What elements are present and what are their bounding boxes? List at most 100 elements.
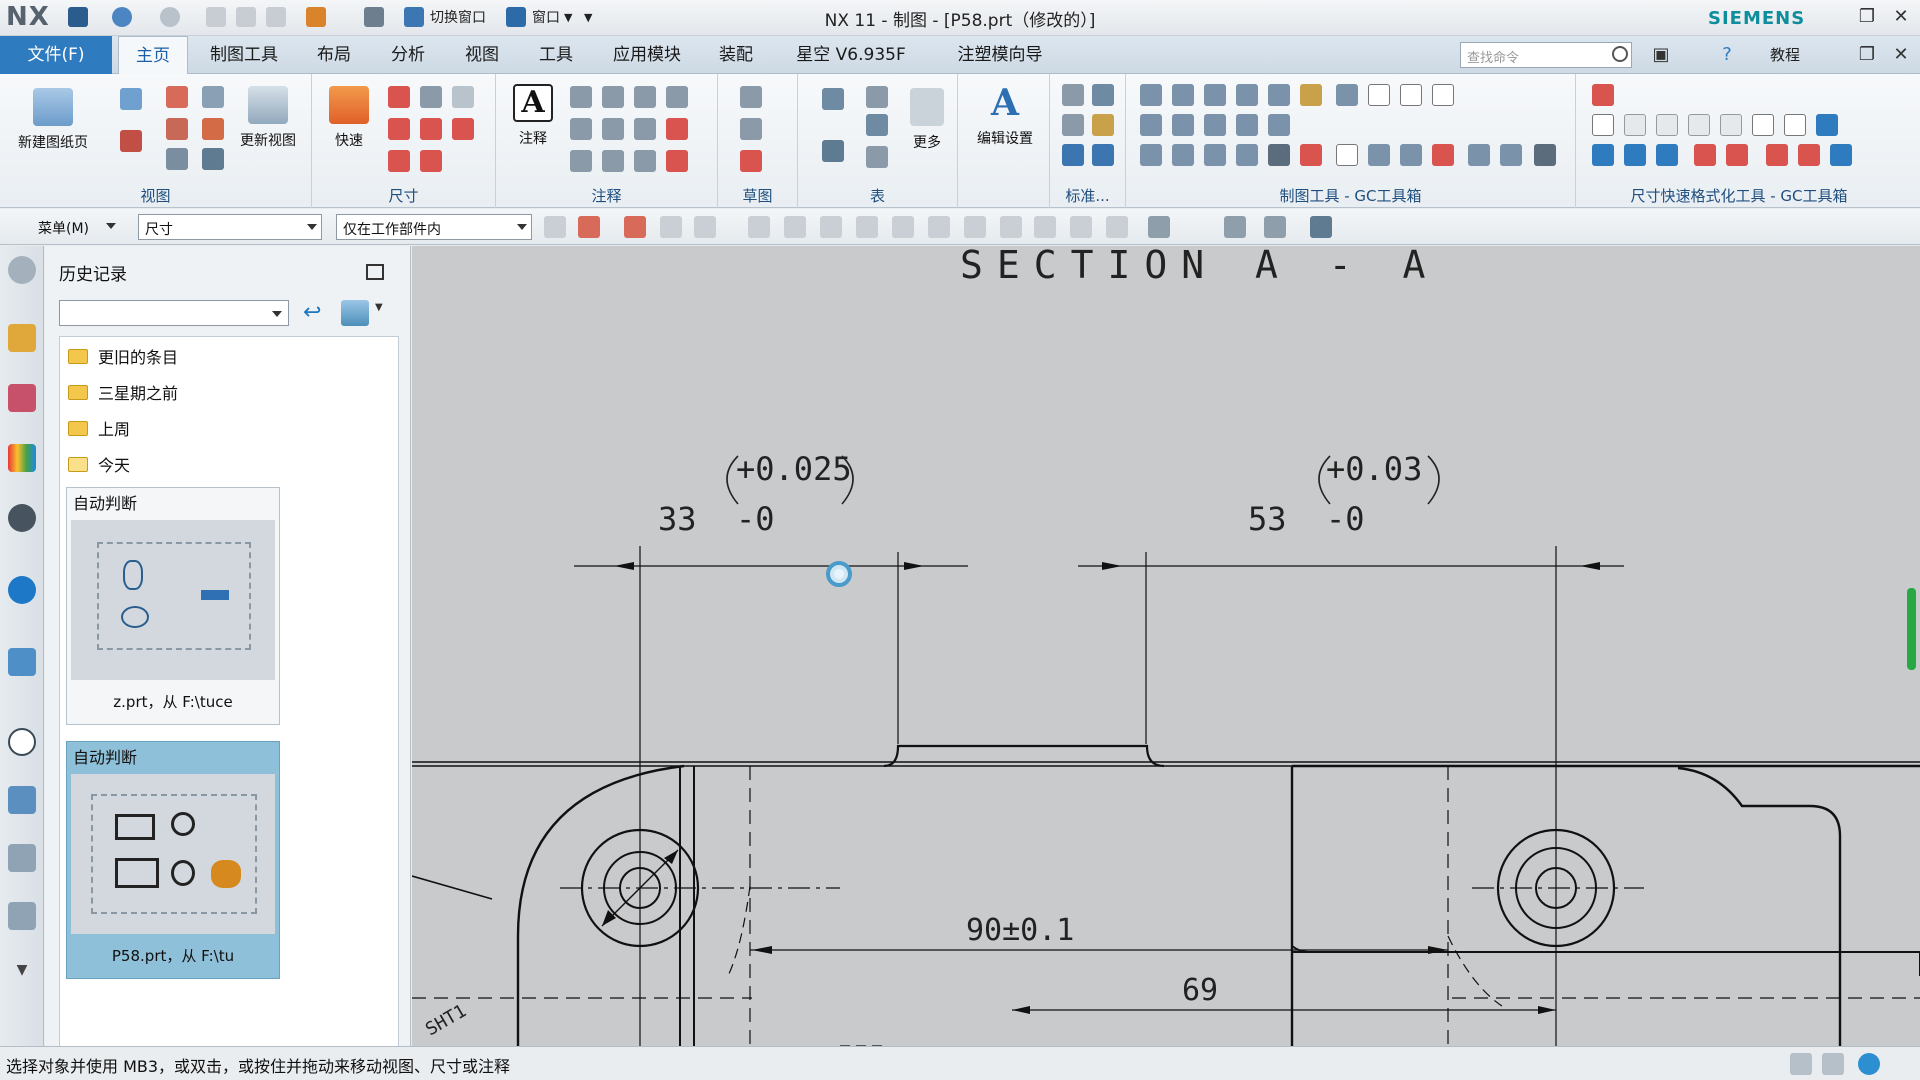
history-filter-select[interactable] [59,300,289,326]
dim-format-15-icon[interactable] [1766,144,1788,166]
snap-tool-1-icon[interactable] [544,216,566,238]
gc-tool-26-icon[interactable] [1368,84,1390,106]
gc-tool-6-icon[interactable] [1300,84,1322,106]
history-clock-icon[interactable] [8,728,36,756]
update-view-button[interactable]: 更新视图 [228,86,308,150]
dim-format-9-icon[interactable] [1816,114,1838,136]
gear-icon[interactable] [8,256,36,284]
dim-format-12-icon[interactable] [1656,144,1678,166]
ribbon-display-icon[interactable]: ▣ [1650,44,1672,66]
edit-settings-button[interactable]: A 编辑设置 [966,84,1044,148]
base-view-icon[interactable] [120,88,142,110]
tab-tools[interactable]: 工具 [526,36,586,74]
file-menu-button[interactable]: 文件(F) [0,36,112,74]
close-icon[interactable]: ✕ [1890,6,1912,28]
gc-tool-2-icon[interactable] [1172,84,1194,106]
view-tool-3-icon[interactable] [1264,216,1286,238]
doc-close-icon[interactable]: ✕ [1890,44,1912,66]
dim-format-11-icon[interactable] [1624,144,1646,166]
web-browser-icon[interactable] [8,648,36,676]
gc-tool-3-icon[interactable] [1204,84,1226,106]
search-icon[interactable] [1612,46,1628,62]
snap-bounded-grid-icon[interactable] [1034,216,1056,238]
sketch-line-icon[interactable] [740,150,762,172]
snap-quadrant-icon[interactable] [928,216,950,238]
drawing-canvas[interactable]: SECTION A - A 33 +0.025 -0 53 +0.03 -0 9… [412,246,1920,1046]
assembly-navigator-icon[interactable] [8,324,36,352]
globe-icon[interactable] [1858,1053,1880,1075]
centerline-icon[interactable] [666,86,688,108]
feature-control-frame-icon[interactable] [570,86,592,108]
note-button[interactable]: A 注释 [506,84,560,148]
intersection-symbol-icon[interactable] [666,150,688,172]
view-alignment-icon[interactable] [202,148,224,170]
parts-list-icon[interactable] [822,88,844,110]
type-filter-select[interactable]: 尺寸 [138,214,322,240]
dim-format-10-icon[interactable] [1592,144,1614,166]
image-icon[interactable] [602,150,624,172]
snap-tool-3-icon[interactable] [624,216,646,238]
dim-format-8-icon[interactable] [1784,114,1806,136]
help-icon[interactable]: ? [1716,44,1738,66]
auto-balloon-icon[interactable] [866,86,888,108]
tab-layout[interactable]: 布局 [304,36,364,74]
surface-finish-icon[interactable] [602,118,624,140]
gc-tool-4-icon[interactable] [1236,84,1258,106]
hole-table-icon[interactable] [866,114,888,136]
info-icon[interactable] [8,576,36,604]
gc-tool-23-icon[interactable] [1468,144,1490,166]
standard-tool-3-icon[interactable] [1062,114,1084,136]
view-tool-1-icon[interactable] [1148,216,1170,238]
tab-view[interactable]: 视图 [452,36,512,74]
gc-tool-7-icon[interactable] [1336,84,1358,106]
dim-format-4-icon[interactable] [1656,114,1678,136]
tab-application[interactable]: 应用模块 [602,36,692,74]
arc-length-dimension-icon[interactable] [452,118,474,140]
status-tool-2-icon[interactable] [1822,1053,1844,1075]
maximize-icon[interactable] [366,264,384,280]
standard-tool-6-icon[interactable] [1092,144,1114,166]
dim-format-5-icon[interactable] [1688,114,1710,136]
reuse-library-icon[interactable] [8,444,36,472]
new-sheet-button[interactable]: 新建图纸页 [8,88,98,152]
history-folder-3-weeks[interactable]: 三星期之前 [68,377,178,407]
target-point-icon[interactable] [570,150,592,172]
gc-tool-19-icon[interactable] [1336,144,1358,166]
standard-tool-5-icon[interactable] [1062,144,1084,166]
snap-intersection-icon[interactable] [856,216,878,238]
linear-dimension-icon[interactable] [388,86,410,108]
ordinate-dimension-icon[interactable] [388,150,410,172]
part-navigator-icon[interactable] [8,384,36,412]
gc-tool-27-icon[interactable] [1400,84,1422,106]
view-tool-2-icon[interactable] [1224,216,1246,238]
doc-restore-icon[interactable]: ❐ [1856,44,1878,66]
gc-tool-12-icon[interactable] [1268,114,1290,136]
gc-tool-17-icon[interactable] [1268,144,1290,166]
scroll-down-icon[interactable]: ▼ [8,962,36,982]
snap-endpoint-icon[interactable] [748,216,770,238]
tab-xingkong[interactable]: 星空 V6.935F [782,36,920,74]
dim-format-3-icon[interactable] [1624,114,1646,136]
snap-point-on-curve-icon[interactable] [964,216,986,238]
feature-parameters-icon[interactable] [420,150,442,172]
gc-tool-15-icon[interactable] [1204,144,1226,166]
chamfer-dimension-icon[interactable] [388,118,410,140]
gc-tool-22-icon[interactable] [1432,144,1454,166]
rapid-dimension-button[interactable]: 快速 [322,86,376,150]
selection-scope-select[interactable]: 仅在工作部件内 [336,214,532,240]
dim-format-14-icon[interactable] [1726,144,1748,166]
dim-format-7-icon[interactable] [1752,114,1774,136]
snap-control-point-icon[interactable] [820,216,842,238]
projected-view-icon[interactable] [166,86,188,108]
dim-format-17-icon[interactable] [1830,144,1852,166]
id-symbol-icon[interactable] [570,118,592,140]
radial-dimension-icon[interactable] [420,86,442,108]
section-view-icon[interactable] [120,130,142,152]
snap-tool-5-icon[interactable] [694,216,716,238]
gc-tool-28-icon[interactable] [1432,84,1454,106]
gc-tool-1-icon[interactable] [1140,84,1162,106]
command-search-input[interactable]: 查找命令 [1460,42,1632,68]
menu-button[interactable]: 菜单(M) [8,214,120,240]
angular-dimension-icon[interactable] [452,86,474,108]
tab-assembly[interactable]: 装配 [706,36,766,74]
